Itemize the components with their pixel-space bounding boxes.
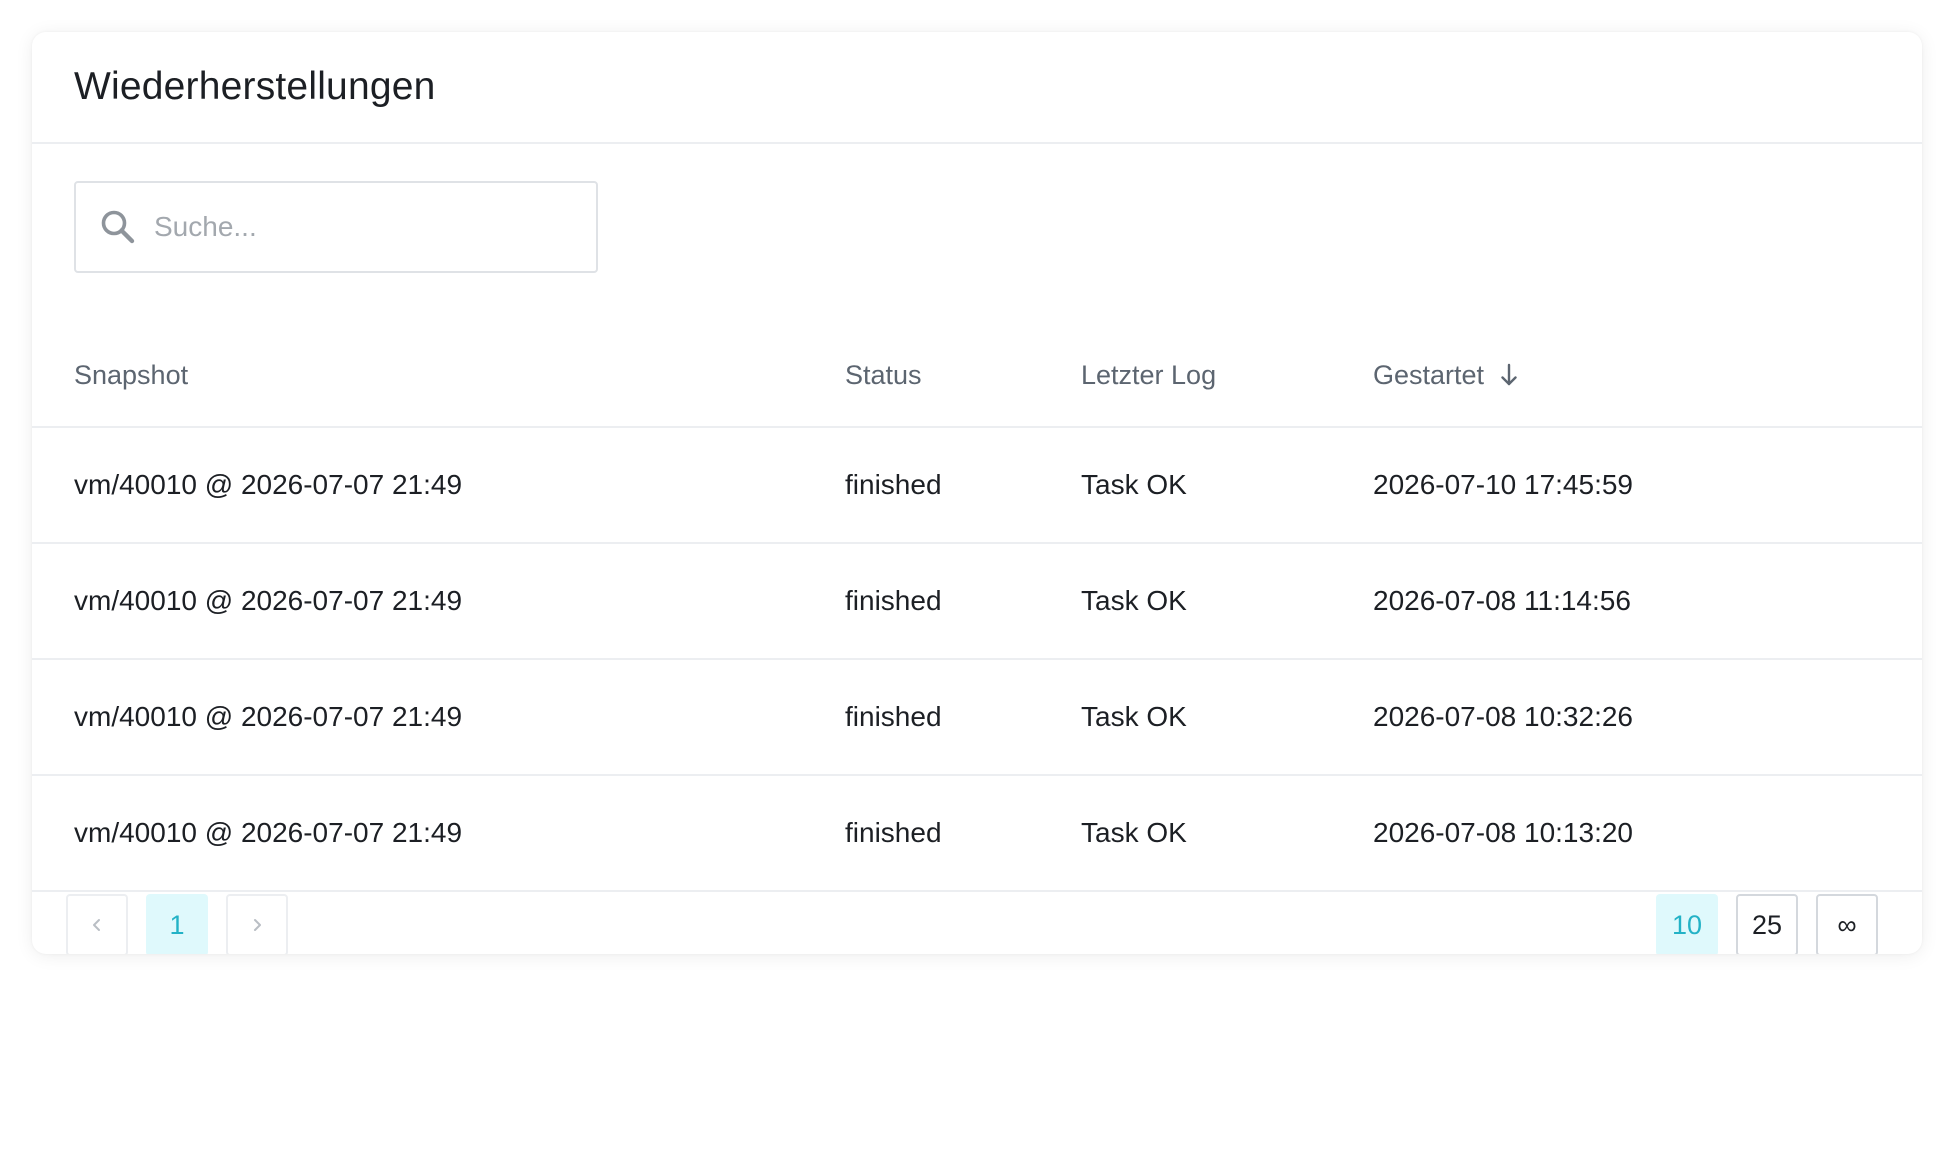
page-size-all-button[interactable]: ∞ <box>1816 894 1878 954</box>
column-header-label: Status <box>845 359 922 390</box>
page-title: Wiederherstellungen <box>74 65 436 108</box>
cell-status: finished <box>845 817 942 848</box>
sort-descending-icon[interactable] <box>1500 363 1518 387</box>
search-icon <box>98 207 138 247</box>
column-header-last-log[interactable]: Letzter Log <box>1081 322 1216 428</box>
search-box[interactable] <box>74 181 598 273</box>
column-header-label: Snapshot <box>74 359 189 390</box>
card-header: Wiederherstellungen <box>32 32 1922 144</box>
restores-table: Snapshot Status Letzter Log Gestartet vm… <box>32 322 1922 892</box>
column-header-snapshot[interactable]: Snapshot <box>74 322 188 428</box>
cell-started: 2026-07-08 10:32:26 <box>1373 701 1633 732</box>
column-header-label: Gestartet <box>1373 359 1485 390</box>
column-header-status[interactable]: Status <box>845 322 922 428</box>
cell-status: finished <box>845 701 942 732</box>
restores-card: Wiederherstellungen Snapshot Status Letz… <box>32 32 1922 954</box>
cell-last-log: Task OK <box>1081 817 1187 848</box>
cell-snapshot: vm/40010 @ 2026-07-07 21:49 <box>74 701 463 732</box>
chevron-left-icon <box>90 910 104 941</box>
cell-status: finished <box>845 469 942 500</box>
next-page-button[interactable] <box>226 894 288 954</box>
cell-status: finished <box>845 585 942 616</box>
cell-snapshot: vm/40010 @ 2026-07-07 21:49 <box>74 469 463 500</box>
table-row[interactable]: vm/40010 @ 2026-07-07 21:49 finished Tas… <box>32 660 1922 776</box>
page-1-button[interactable]: 1 <box>146 894 208 954</box>
column-header-started[interactable]: Gestartet <box>1373 322 1518 428</box>
cell-snapshot: vm/40010 @ 2026-07-07 21:49 <box>74 585 463 616</box>
search-input[interactable] <box>154 202 534 252</box>
cell-last-log: Task OK <box>1081 701 1187 732</box>
table-row[interactable]: vm/40010 @ 2026-07-07 21:49 finished Tas… <box>32 428 1922 544</box>
cell-started: 2026-07-10 17:45:59 <box>1373 469 1633 500</box>
cell-snapshot: vm/40010 @ 2026-07-07 21:49 <box>74 817 463 848</box>
column-header-label: Letzter Log <box>1081 359 1217 390</box>
table-row[interactable]: vm/40010 @ 2026-07-07 21:49 finished Tas… <box>32 776 1922 892</box>
pagination: 1 10 25 ∞ <box>32 894 1922 954</box>
cell-last-log: Task OK <box>1081 585 1187 616</box>
page-size-label: ∞ <box>1837 909 1857 940</box>
page-size-25-button[interactable]: 25 <box>1736 894 1798 954</box>
page-size-label: 10 <box>1671 909 1703 940</box>
page-size-10-button[interactable]: 10 <box>1656 894 1718 954</box>
chevron-right-icon <box>250 910 264 941</box>
cell-last-log: Task OK <box>1081 469 1187 500</box>
cell-started: 2026-07-08 11:14:56 <box>1373 585 1631 616</box>
table-header: Snapshot Status Letzter Log Gestartet <box>32 322 1922 428</box>
page-number-label: 1 <box>169 909 185 940</box>
page-size-label: 25 <box>1751 909 1783 940</box>
prev-page-button[interactable] <box>66 894 128 954</box>
table-row[interactable]: vm/40010 @ 2026-07-07 21:49 finished Tas… <box>32 544 1922 660</box>
cell-started: 2026-07-08 10:13:20 <box>1373 817 1633 848</box>
